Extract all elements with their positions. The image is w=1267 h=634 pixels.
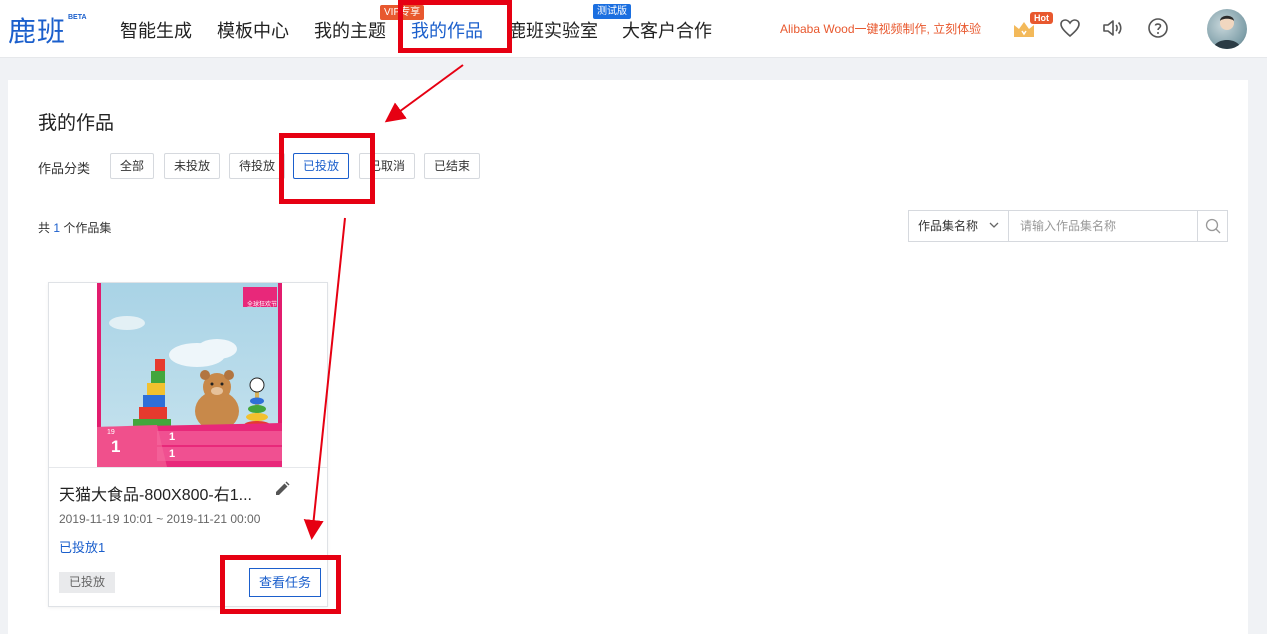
count-prefix: 共 [38,221,51,235]
page-title: 我的作品 [38,113,115,134]
nav-my-works[interactable]: 我的作品 [411,17,483,43]
speaker-icon[interactable] [1101,16,1125,40]
promo-link[interactable]: Alibaba Wood一键视频制作, 立刻体验 [780,20,981,37]
filter-not-placed[interactable]: 未投放 [164,153,221,179]
thumb-small-text: 19 [107,429,115,436]
placed-count-link[interactable]: 已投放1 [59,537,105,556]
filter-all[interactable]: 全部 [110,153,155,179]
count-number: 1 [53,221,61,235]
search-input[interactable] [1009,211,1197,241]
thumb-row2: 1 [169,448,176,460]
help-icon[interactable] [1146,16,1170,40]
work-date-range: 2019-11-19 10:01 ~ 2019-11-21 00:00 [59,512,261,526]
search-box: 作品集名称 [908,210,1228,242]
search-button[interactable] [1197,211,1227,241]
nav-lab[interactable]: 鹿班实验室 [508,17,598,43]
work-card[interactable]: 全球狂欢节 19 1 1 1 天猫大食品-800X800-右1... 2019-… [48,282,328,607]
view-tasks-button[interactable]: 查看任务 [249,568,322,597]
nav-my-themes[interactable]: 我的主题 [314,17,386,43]
top-nav-bar: 鹿班 BETA 智能生成 模板中心 我的主题 VIP专享 我的作品 鹿班实验室 … [0,0,1267,58]
nav-template-center[interactable]: 模板中心 [217,17,289,43]
filter-ended[interactable]: 已结束 [424,153,481,179]
nav-enterprise[interactable]: 大客户合作 [622,17,712,43]
search-field-select[interactable]: 作品集名称 [909,211,1009,241]
search-icon [1205,218,1221,234]
chevron-down-icon [989,222,999,228]
works-panel: 我的作品 作品分类 全部 未投放 待投放 已投放 已取消 已结束 共 1 个作品… [8,80,1248,634]
thumb-price: 1 [111,437,121,456]
filter-pending[interactable]: 待投放 [229,153,286,179]
pencil-icon[interactable] [273,480,291,498]
logo-beta-badge: BETA [68,14,87,21]
filter-placed[interactable]: 已投放 [293,153,350,179]
avatar[interactable] [1207,9,1247,49]
card-divider [49,467,327,468]
logo[interactable]: 鹿班 [8,10,66,50]
filter-label: 作品分类 [38,161,91,176]
work-title: 天猫大食品-800X800-右1... [59,487,252,504]
search-select-value: 作品集名称 [918,219,979,233]
hot-badge: Hot [1030,12,1053,24]
works-count: 共 1 个作品集 [38,219,111,236]
count-suffix: 个作品集 [63,221,112,235]
filter-cancelled[interactable]: 已取消 [359,153,416,179]
status-badge: 已投放 [59,572,116,593]
work-thumbnail[interactable]: 全球狂欢节 19 1 1 1 [97,283,282,467]
thumb-corner-text: 全球狂欢节 [247,302,278,308]
heart-icon[interactable] [1058,16,1082,40]
thumb-row1: 1 [169,431,176,443]
nav-smart-generate[interactable]: 智能生成 [120,17,192,43]
